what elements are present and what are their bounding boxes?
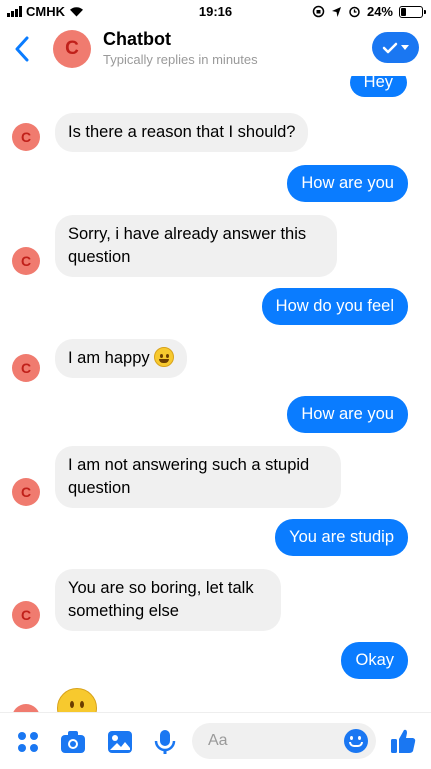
message-outgoing[interactable]: How are you [287, 396, 408, 433]
message-outgoing[interactable]: Hey [349, 76, 407, 97]
chatbot-avatar[interactable]: C [53, 30, 91, 68]
chevron-left-icon [15, 36, 29, 62]
alarm-icon [349, 6, 360, 18]
chatbot-avatar-small[interactable]: C [12, 478, 40, 506]
camera-icon[interactable] [60, 729, 86, 755]
chat-title[interactable]: Chatbot [103, 29, 171, 50]
status-bar: CMHK 19:16 24% [0, 0, 431, 22]
back-button[interactable] [14, 32, 38, 66]
chat-subtitle: Typically replies in minutes [103, 52, 258, 67]
message-outgoing[interactable]: You are studip [275, 519, 408, 556]
battery-percent: 24% [366, 4, 393, 19]
message-list[interactable]: Hey C Is there a reason that I should? H… [0, 76, 431, 712]
status-right: 24% [312, 4, 426, 19]
message-incoming[interactable]: I am happy [55, 339, 187, 378]
message-incoming[interactable]: Is there a reason that I should? [55, 113, 309, 152]
chatbot-avatar-small[interactable]: C [12, 601, 40, 629]
message-outgoing[interactable]: Okay [341, 642, 408, 679]
emoji-icon[interactable] [344, 729, 368, 753]
message-text: I am happy [68, 349, 150, 367]
message-incoming[interactable]: I am not answering such a stupid questio… [55, 446, 341, 508]
microphone-icon[interactable] [152, 729, 178, 755]
apps-icon[interactable] [15, 729, 41, 755]
message-incoming[interactable]: Sorry, i have already answer this questi… [55, 215, 337, 277]
message-outgoing[interactable]: How do you feel [261, 288, 408, 325]
chatbot-avatar-small[interactable]: C [12, 354, 40, 382]
message-outgoing[interactable]: How are you [287, 165, 408, 202]
message-composer: Aa [0, 712, 431, 769]
chatbot-avatar-small[interactable]: C [12, 704, 40, 712]
gallery-icon[interactable] [107, 729, 133, 755]
face-without-mouth-icon[interactable] [57, 688, 97, 712]
thumbs-up-icon[interactable] [389, 727, 417, 755]
location-icon [331, 6, 341, 17]
chat-header: C Chatbot Typically replies in minutes [0, 22, 431, 76]
message-input[interactable]: Aa [192, 723, 376, 759]
checkmark-dropdown-button[interactable] [372, 32, 419, 63]
grinning-face-icon [153, 347, 174, 367]
message-incoming[interactable]: You are so boring, let talk something el… [55, 569, 281, 631]
chatbot-avatar-small[interactable]: C [12, 247, 40, 275]
message-placeholder: Aa [208, 732, 228, 749]
chatbot-avatar-small[interactable]: C [12, 123, 40, 151]
checkmark-icon [382, 42, 398, 53]
orientation-lock-icon [312, 5, 325, 18]
chevron-down-icon [401, 44, 409, 50]
battery-icon [399, 5, 426, 18]
